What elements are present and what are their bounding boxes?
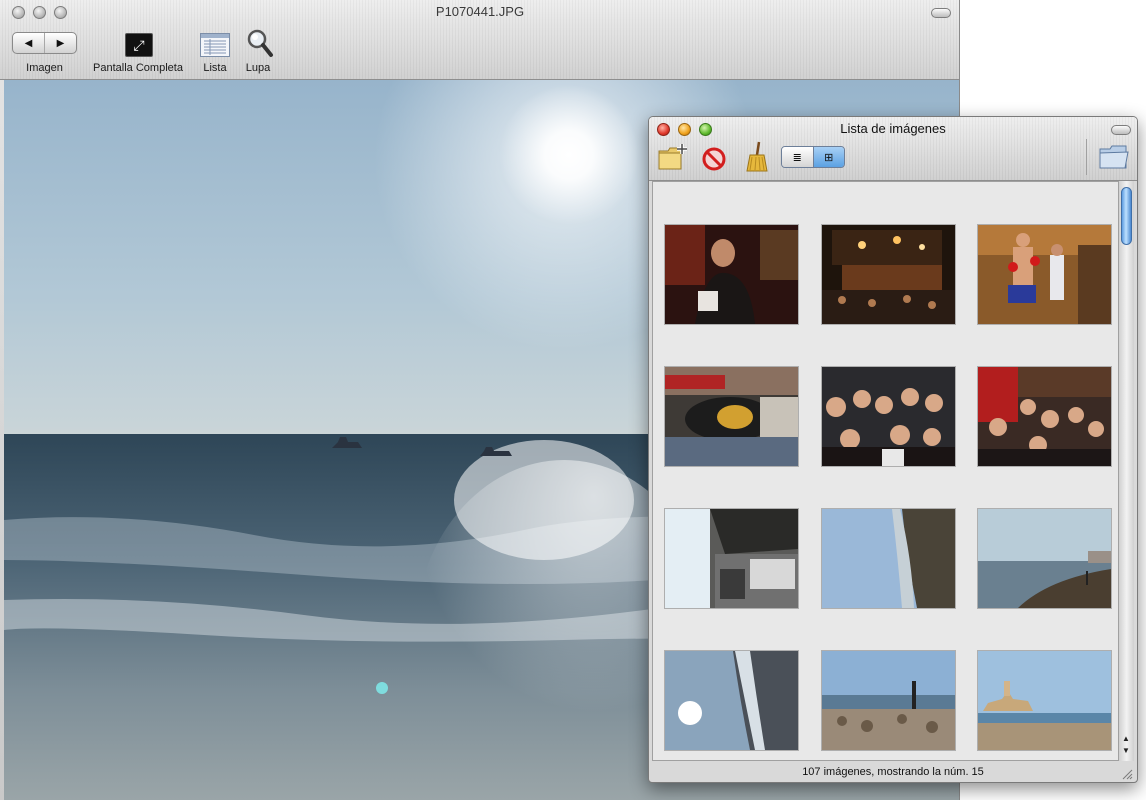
view-mode-control: ≣ ⊞ xyxy=(781,146,845,168)
thumbnail[interactable] xyxy=(822,651,955,750)
scroll-down-arrow[interactable]: ▼ xyxy=(1122,747,1130,755)
status-text: 107 imágenes, mostrando la núm. 15 xyxy=(802,766,984,778)
grid-view-icon[interactable]: ⊞ xyxy=(812,147,844,167)
thumbnail[interactable] xyxy=(665,225,798,324)
broom-icon[interactable] xyxy=(745,141,769,173)
delete-icon[interactable] xyxy=(702,147,726,171)
next-image-button[interactable]: ▶ xyxy=(44,33,76,53)
resize-handle[interactable] xyxy=(1121,767,1133,780)
vertical-scrollbar[interactable]: ▲ ▼ xyxy=(1118,181,1134,761)
fullscreen-icon[interactable]: ⤢ xyxy=(125,33,153,57)
scroll-up-arrow[interactable]: ▲ xyxy=(1122,735,1130,743)
thumbnail[interactable] xyxy=(822,367,955,466)
image-list-window: Lista de imágenes ≣ ⊞ ▲ ▼ 107 imágenes, … xyxy=(648,116,1138,783)
thumbnail[interactable] xyxy=(822,225,955,324)
magnifier-icon[interactable] xyxy=(246,28,274,58)
fullscreen-label[interactable]: Pantalla Completa xyxy=(84,62,192,74)
arrow-left-icon: ◀ xyxy=(24,37,33,49)
thumbnail[interactable] xyxy=(665,367,798,466)
list-label[interactable]: Lista xyxy=(195,62,235,74)
toolbar-divider xyxy=(1086,139,1087,175)
thumbnail[interactable] xyxy=(978,225,1111,324)
image-navigation-control: ◀ ▶ xyxy=(12,32,77,54)
thumbnail[interactable] xyxy=(978,651,1111,750)
previous-image-button[interactable]: ◀ xyxy=(13,33,44,53)
toolbar-toggle-button[interactable] xyxy=(931,8,951,18)
add-folder-icon[interactable] xyxy=(657,143,689,171)
thumbnail[interactable] xyxy=(978,367,1111,466)
arrow-right-icon: ▶ xyxy=(56,37,65,49)
list-icon[interactable] xyxy=(200,33,230,57)
scroll-thumb[interactable] xyxy=(1121,187,1132,245)
thumbnail[interactable] xyxy=(978,509,1111,608)
folder-icon[interactable] xyxy=(1098,143,1130,171)
thumbnail[interactable] xyxy=(822,509,955,608)
loupe-label[interactable]: Lupa xyxy=(240,62,276,74)
thumbnail-grid[interactable] xyxy=(652,181,1119,761)
thumbnail[interactable] xyxy=(665,509,798,608)
imagen-label: Imagen xyxy=(26,62,63,74)
viewer-toolbar: P1070441.JPG ◀ ▶ Imagen ⤢ Pantalla Compl… xyxy=(0,0,959,80)
window-title: P1070441.JPG xyxy=(435,4,525,19)
image-list-toolbar: Lista de imágenes ≣ ⊞ xyxy=(649,117,1137,181)
window-title: Lista de imágenes xyxy=(840,121,946,136)
toolbar-toggle-button[interactable] xyxy=(1111,125,1131,135)
list-view-icon[interactable]: ≣ xyxy=(782,147,813,167)
thumbnail[interactable] xyxy=(665,651,798,750)
